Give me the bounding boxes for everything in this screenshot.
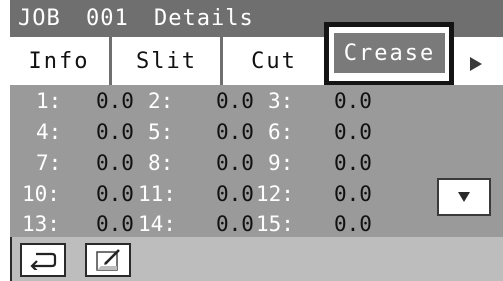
crease-label: 14:: [138, 212, 176, 236]
crease-value[interactable]: 0.0: [96, 151, 134, 175]
tab-divider: [109, 37, 112, 85]
job-label: JOB: [18, 6, 61, 31]
crease-value[interactable]: 0.0: [334, 212, 372, 236]
right-triangle-icon: [470, 57, 482, 71]
crease-label: 11:: [138, 182, 176, 206]
tab-divider: [220, 37, 223, 85]
crease-value[interactable]: 0.0: [334, 120, 372, 144]
crease-value[interactable]: 0.0: [96, 182, 134, 206]
crease-label: 6:: [268, 120, 294, 144]
crease-label: 10:: [22, 182, 60, 206]
crease-value[interactable]: 0.0: [96, 89, 134, 113]
crease-value[interactable]: 0.0: [96, 120, 134, 144]
tab-crease[interactable]: Crease: [334, 33, 445, 73]
job-number: 001: [86, 6, 129, 31]
crease-label: 9:: [268, 151, 294, 175]
crease-value[interactable]: 0.0: [216, 151, 254, 175]
down-triangle-icon: [458, 192, 470, 202]
crease-value[interactable]: 0.0: [96, 212, 134, 236]
crease-label: 5:: [148, 120, 174, 144]
crease-value[interactable]: 0.0: [334, 182, 372, 206]
crease-label: 15:: [256, 212, 294, 236]
crease-value[interactable]: 0.0: [216, 212, 254, 236]
next-tab-button[interactable]: [458, 46, 494, 82]
device-screen: JOB 001 Details Info Slit Cut Crease 1: …: [0, 0, 503, 281]
crease-label: 3:: [268, 89, 294, 113]
crease-label: 7:: [36, 151, 62, 175]
tab-info[interactable]: Info: [10, 42, 108, 80]
crease-value[interactable]: 0.0: [216, 182, 254, 206]
edit-button[interactable]: [85, 243, 131, 277]
bottom-toolbar: [10, 237, 503, 281]
crease-value[interactable]: 0.0: [334, 89, 372, 113]
crease-label: 1:: [36, 89, 62, 113]
crease-label: 2:: [148, 89, 174, 113]
crease-label: 8:: [148, 151, 174, 175]
crease-value[interactable]: 0.0: [334, 151, 372, 175]
crease-value[interactable]: 0.0: [216, 120, 254, 144]
screen-edge: [10, 237, 12, 281]
edit-pad-icon: [96, 249, 120, 271]
scroll-down-button[interactable]: [437, 178, 491, 216]
back-button[interactable]: [20, 243, 66, 277]
crease-value[interactable]: 0.0: [216, 89, 254, 113]
crease-label: 12:: [256, 182, 294, 206]
return-arrow-icon: [30, 252, 57, 270]
details-label: Details: [154, 6, 254, 31]
crease-label: 13:: [22, 212, 60, 236]
tab-cut[interactable]: Cut: [224, 42, 324, 80]
tab-slit[interactable]: Slit: [113, 42, 220, 80]
crease-label: 4:: [36, 120, 62, 144]
